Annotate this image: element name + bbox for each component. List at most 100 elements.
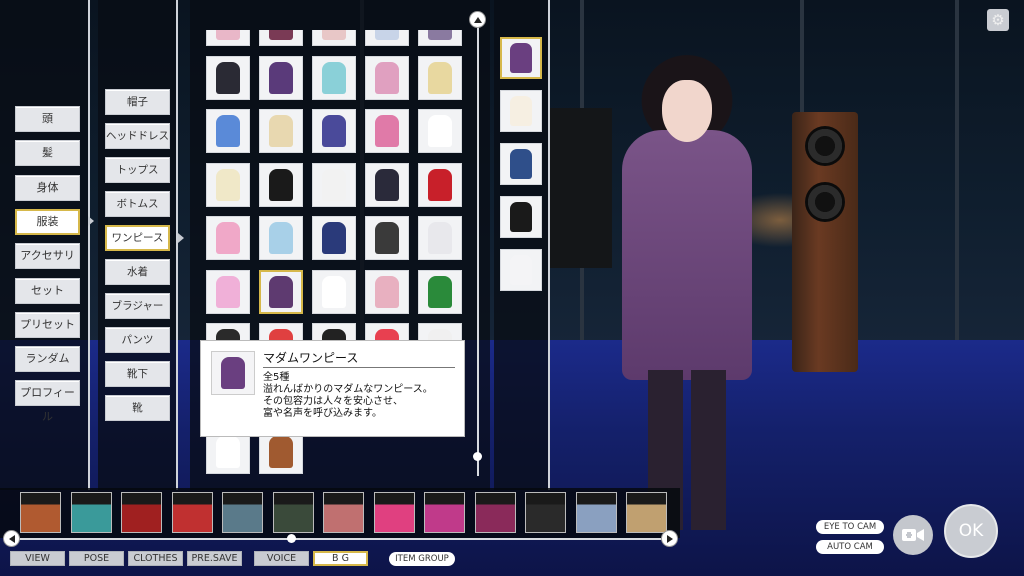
bg-thumbnail[interactable]	[171, 492, 213, 533]
color-variant-thumbnail[interactable]	[500, 196, 542, 238]
category-button[interactable]: プリセット	[15, 311, 80, 338]
subcategory-button[interactable]: ボトムス	[105, 191, 170, 217]
item-thumbnail[interactable]	[206, 55, 250, 100]
item-thumbnail[interactable]	[259, 109, 303, 153]
subcategory-button[interactable]: トップス	[105, 157, 170, 183]
category-button[interactable]: 髪	[15, 140, 80, 167]
dress-icon	[375, 222, 399, 254]
item-thumbnail[interactable]	[312, 269, 356, 314]
bg-thumbnail[interactable]	[575, 492, 617, 533]
item-scrollbar[interactable]	[477, 26, 479, 476]
bg-strip-scrollbar[interactable]	[10, 538, 670, 540]
bg-thumbnail[interactable]	[525, 492, 566, 533]
video-camera-button[interactable]	[893, 515, 933, 555]
menu-button-view[interactable]: VIEW	[10, 551, 65, 566]
dress-icon	[269, 61, 293, 94]
dress-icon	[375, 168, 399, 201]
category-button[interactable]: アクセサリ	[15, 243, 80, 270]
menu-button-bg[interactable]: B G	[313, 551, 368, 566]
menu-button-pose[interactable]: POSE	[69, 551, 124, 566]
item-thumbnail[interactable]	[206, 162, 250, 207]
scroll-up-icon[interactable]	[469, 11, 486, 28]
item-thumbnail[interactable]	[312, 162, 356, 207]
ok-button[interactable]: OK	[944, 504, 998, 558]
menu-button-voice[interactable]: VOICE	[254, 551, 309, 566]
settings-button[interactable]: ⚙	[987, 9, 1009, 31]
character-model[interactable]	[612, 40, 762, 540]
category-button[interactable]: 服装	[15, 208, 80, 235]
bg-thumbnail[interactable]	[474, 492, 516, 533]
item-thumbnail[interactable]	[418, 269, 462, 314]
item-thumbnail[interactable]	[365, 162, 409, 207]
subcategory-button[interactable]: 靴下	[105, 361, 170, 387]
subcategory-button[interactable]: 帽子	[105, 89, 170, 115]
item-thumbnail[interactable]	[259, 55, 303, 100]
bg-thumbnail[interactable]	[272, 492, 314, 533]
category-button[interactable]: プロフィール	[15, 380, 80, 423]
menu-button-clothes[interactable]: CLOTHES	[128, 551, 183, 566]
bg-thumbnail[interactable]	[222, 492, 263, 533]
dress-icon	[269, 436, 293, 468]
dress-icon	[322, 61, 346, 94]
dress-icon	[269, 168, 293, 201]
item-thumbnail[interactable]	[418, 55, 462, 100]
bg-thumbnail[interactable]	[323, 492, 364, 533]
color-variant-thumbnail[interactable]	[500, 249, 542, 291]
subcategory-button[interactable]: ワンピース	[105, 225, 170, 251]
dress-icon	[269, 30, 293, 40]
bg-thumbnail[interactable]	[424, 492, 465, 533]
item-thumbnail[interactable]	[365, 216, 409, 260]
item-thumbnail[interactable]	[312, 30, 356, 46]
item-thumbnail[interactable]	[418, 109, 462, 153]
item-thumbnail[interactable]	[312, 109, 356, 153]
item-thumbnail[interactable]	[365, 55, 409, 100]
bg-thumbnail[interactable]	[626, 492, 667, 533]
item-thumbnail[interactable]	[206, 30, 250, 46]
item-thumbnail[interactable]	[259, 162, 303, 207]
item-thumbnail[interactable]	[259, 216, 303, 260]
item-thumbnail[interactable]	[259, 30, 303, 46]
bg-thumbnail[interactable]	[20, 492, 61, 533]
bg-thumbnail[interactable]	[373, 492, 415, 533]
bg-thumbnail[interactable]	[70, 492, 112, 533]
category-button[interactable]: 身体	[15, 174, 80, 201]
item-thumbnail[interactable]	[365, 30, 409, 46]
tooltip-line: 溢れんばかりのマダムなワンピース。	[263, 384, 433, 395]
item-group-button[interactable]: ITEM GROUP	[389, 552, 455, 566]
color-variant-thumbnail[interactable]	[500, 143, 542, 185]
eye-to-cam-button[interactable]: EYE TO CAM	[816, 520, 884, 534]
category-button[interactable]: 頭	[15, 106, 80, 132]
color-variant-thumbnail[interactable]	[500, 37, 542, 79]
item-thumbnail[interactable]	[418, 162, 462, 207]
auto-cam-button[interactable]: AUTO CAM	[816, 540, 884, 554]
item-thumbnail[interactable]	[418, 30, 462, 46]
scroll-left-button[interactable]	[3, 530, 20, 547]
item-thumbnail[interactable]	[312, 216, 356, 260]
menu-button-presave[interactable]: PRE.SAVE	[187, 551, 242, 566]
scroll-thumb[interactable]	[473, 452, 482, 461]
category-button[interactable]: セット	[15, 277, 80, 304]
item-thumbnail[interactable]	[365, 269, 409, 314]
item-thumbnail[interactable]	[312, 55, 356, 100]
color-variant-thumbnail[interactable]	[500, 90, 542, 132]
dress-icon	[269, 115, 293, 147]
subcategory-button[interactable]: ブラジャー	[105, 293, 170, 319]
bg-thumbnail[interactable]	[121, 492, 162, 533]
video-camera-icon	[902, 529, 924, 541]
dress-icon	[216, 61, 240, 94]
item-thumbnail[interactable]	[206, 269, 250, 314]
bg-strip-thumb[interactable]	[287, 534, 296, 543]
item-thumbnail[interactable]	[206, 216, 250, 260]
item-thumbnail[interactable]	[418, 216, 462, 260]
item-tooltip: マダムワンピース 全5種 溢れんばかりのマダムなワンピース。 その包容力は人々を…	[200, 340, 465, 437]
subcategory-button[interactable]: ヘッドドレス	[105, 123, 170, 149]
dress-icon	[322, 168, 346, 201]
item-thumbnail[interactable]	[259, 269, 303, 314]
subcategory-button[interactable]: 靴	[105, 395, 170, 421]
subcategory-button[interactable]: 水着	[105, 259, 170, 285]
subcategory-button[interactable]: パンツ	[105, 327, 170, 353]
item-thumbnail[interactable]	[365, 109, 409, 153]
category-button[interactable]: ランダム	[15, 346, 80, 373]
scroll-right-button[interactable]	[661, 530, 678, 547]
item-thumbnail[interactable]	[206, 109, 250, 153]
